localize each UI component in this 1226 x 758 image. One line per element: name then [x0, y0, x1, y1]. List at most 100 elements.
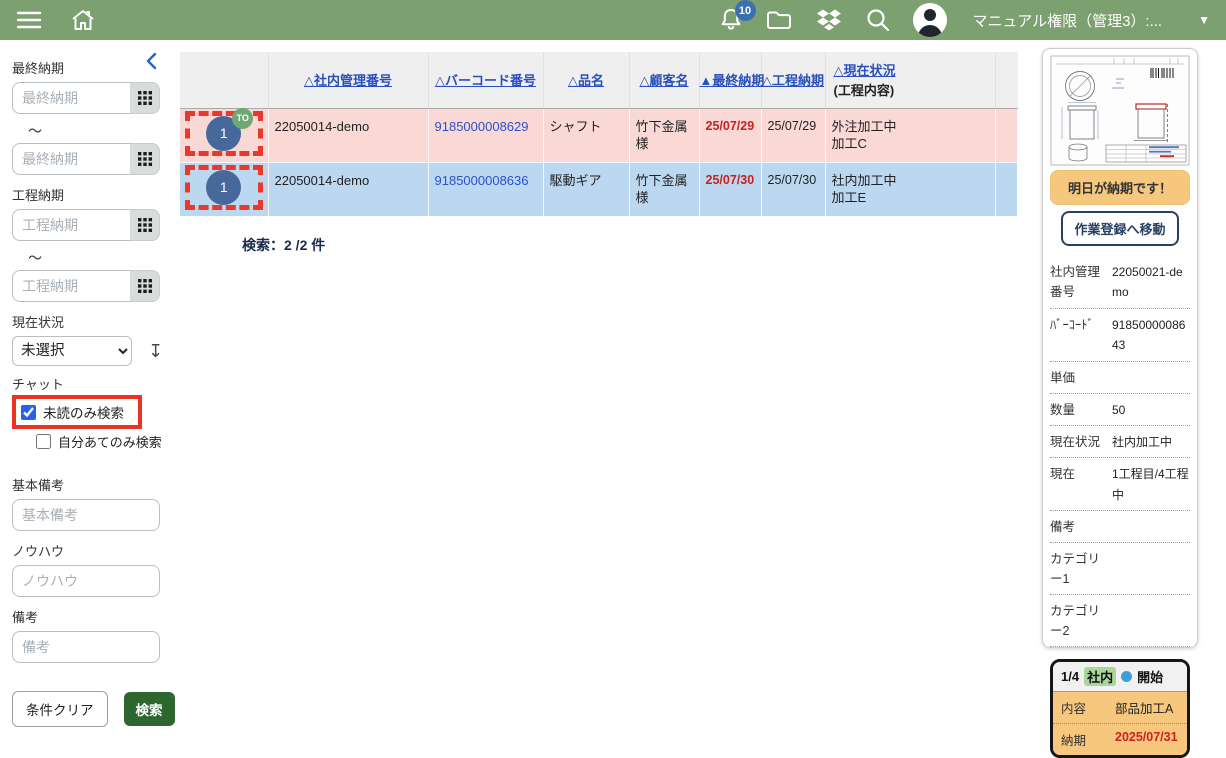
table-header-row: △社内管理番号 △バーコード番号 △品名 △顧客名 ▲最終納期 △工程納期 △現…: [180, 52, 1017, 108]
process-due-to-input[interactable]: [12, 270, 130, 302]
chat-label: チャット: [12, 374, 178, 393]
process-step-card[interactable]: 1/4 社内 開始 内容 部品加工A 納期 2025/07/31: [1050, 659, 1190, 758]
process-due-from-calendar-button[interactable]: [130, 209, 160, 241]
arrow-down-from-bar-icon[interactable]: ↧: [148, 342, 163, 360]
basic-note-input[interactable]: [12, 499, 160, 531]
status-line: 社内加工中: [832, 173, 897, 188]
home-icon[interactable]: [70, 8, 96, 32]
search-icon[interactable]: [865, 7, 891, 33]
header-select-column: [180, 52, 268, 108]
to-me-only-checkbox[interactable]: [36, 434, 51, 449]
field-note: 備考: [1050, 511, 1190, 543]
field-current-process: 現在 1工程目/4工程中: [1050, 458, 1190, 511]
field-control-no: 社内管理番号 22050021-demo: [1050, 256, 1190, 309]
result-count: 検索：2 /2 件: [242, 235, 1018, 255]
field-category1: カテゴリー1: [1050, 543, 1190, 595]
process-due-row: 納期 2025/07/31: [1053, 723, 1187, 755]
final-due-from-calendar-button[interactable]: [130, 82, 160, 114]
field-label: 数量: [1050, 400, 1112, 420]
field-value: 社内加工中: [1112, 432, 1190, 452]
field-value: 9185000008643: [1112, 315, 1190, 356]
note-input[interactable]: [12, 631, 160, 663]
search-button[interactable]: 検索: [124, 692, 175, 726]
clear-conditions-button[interactable]: 条件クリア: [12, 691, 108, 727]
account-dropdown-caret-icon[interactable]: ▼: [1198, 13, 1210, 27]
sort-barcode[interactable]: △バーコード番号: [435, 73, 536, 88]
table-row[interactable]: 1 22050014-demo 9185000008636 駆動ギア 竹下金属様…: [180, 162, 1017, 216]
user-avatar[interactable]: [913, 3, 947, 37]
top-app-bar: 10 マニュアル権限（管理3）:... ▼: [0, 0, 1226, 40]
process-line: 加工E: [832, 190, 867, 205]
status-subheader: (工程内容): [834, 80, 995, 99]
final-due-to-calendar-button[interactable]: [130, 143, 160, 175]
process-row-value: 2025/07/31: [1115, 730, 1179, 749]
final-due-from-input[interactable]: [12, 82, 130, 114]
sort-final-due[interactable]: ▲最終納期: [700, 73, 765, 88]
sort-status[interactable]: △現在状況: [834, 63, 896, 78]
process-line: 加工C: [832, 136, 867, 151]
notification-bell-icon[interactable]: 10: [719, 7, 743, 33]
cell-status: 社内加工中 加工E: [825, 162, 995, 216]
table-row[interactable]: 1 TO 22050014-demo 9185000008629 シャフト 竹下…: [180, 108, 1017, 162]
unread-only-highlight-box: 未読のみ検索: [12, 395, 142, 429]
sort-product[interactable]: △品名: [568, 73, 604, 88]
collapse-sidebar-icon[interactable]: [144, 52, 160, 75]
field-label: カテゴリー2: [1050, 601, 1112, 641]
process-due-range-separator: ～: [28, 248, 178, 268]
process-step-header: 1/4 社内 開始: [1053, 662, 1187, 692]
cell-barcode-link[interactable]: 9185000008629: [428, 108, 543, 162]
process-due-to-calendar-button[interactable]: [130, 270, 160, 302]
account-label: マニュアル権限（管理3）:...: [973, 10, 1163, 31]
detail-panel: 明日が納期です！ 作業登録へ移動 社内管理番号 22050021-demo ﾊﾞ…: [1042, 48, 1198, 648]
field-label: 備考: [1050, 517, 1112, 537]
final-due-to-input[interactable]: [12, 143, 130, 175]
unread-only-checkbox[interactable]: [21, 405, 36, 420]
field-label: カテゴリー1: [1050, 549, 1112, 589]
sort-process-due[interactable]: △工程納期: [762, 73, 824, 88]
cell-product: 駆動ギア: [543, 162, 629, 216]
field-unit-price: 単価: [1050, 362, 1190, 394]
field-status: 現在状況 社内加工中: [1050, 426, 1190, 458]
field-value: 50: [1112, 400, 1190, 420]
cell-customer: 竹下金属様: [629, 162, 699, 216]
process-content-row: 内容 部品加工A: [1053, 692, 1187, 723]
process-row-value: 部品加工A: [1115, 698, 1179, 717]
field-barcode: ﾊﾞｰｺｰﾄﾞ 9185000008643: [1050, 309, 1190, 362]
process-due-label: 工程納期: [12, 185, 178, 204]
sort-control-no[interactable]: △社内管理番号: [304, 73, 392, 88]
field-value: 1工程目/4工程中: [1112, 464, 1190, 505]
final-due-range-separator: ～: [28, 121, 178, 141]
chat-highlight-dashed-box: 1 TO: [185, 111, 263, 156]
dropbox-icon[interactable]: [815, 8, 843, 33]
field-label: 単価: [1050, 368, 1112, 388]
chat-count-badge[interactable]: 1: [206, 170, 241, 205]
sort-customer[interactable]: △顧客名: [640, 73, 689, 88]
hamburger-menu-icon[interactable]: [16, 9, 42, 31]
knowhow-input[interactable]: [12, 565, 160, 597]
status-select[interactable]: 未選択: [12, 336, 132, 366]
folder-icon[interactable]: [765, 8, 793, 32]
note-label: 備考: [12, 607, 178, 626]
cell-customer: 竹下金属様: [629, 108, 699, 162]
detail-fields: 社内管理番号 22050021-demo ﾊﾞｰｺｰﾄﾞ 91850000086…: [1050, 256, 1190, 647]
cell-product: シャフト: [543, 108, 629, 162]
chat-highlight-dashed-box: 1: [185, 165, 263, 210]
header-extra-column: [995, 52, 1017, 108]
process-type-badge: 社内: [1084, 667, 1116, 686]
chat-count-badge[interactable]: 1 TO: [206, 116, 241, 151]
cell-extra: [995, 162, 1017, 216]
process-step-number: 1/4: [1061, 669, 1079, 684]
field-label: ﾊﾞｰｺｰﾄﾞ: [1050, 315, 1112, 356]
process-due-from-input[interactable]: [12, 209, 130, 241]
field-value: 22050021-demo: [1112, 262, 1190, 303]
field-label: 社内管理番号: [1050, 262, 1112, 303]
drawing-thumbnail[interactable]: [1050, 55, 1190, 166]
cell-barcode-link[interactable]: 9185000008636: [428, 162, 543, 216]
search-filter-sidebar: 最終納期 ～ 工程納期 ～ 現在状況 未選択 ↧ チャット 未読のみ検索: [0, 40, 178, 663]
field-quantity: 数量 50: [1050, 394, 1190, 426]
cell-final-due: 25/07/30: [699, 162, 761, 216]
go-to-work-registration-button[interactable]: 作業登録へ移動: [1061, 211, 1178, 246]
process-row-label: 納期: [1061, 730, 1115, 749]
cell-process-due: 25/07/29: [761, 108, 825, 162]
cell-status: 外注加工中 加工C: [825, 108, 995, 162]
